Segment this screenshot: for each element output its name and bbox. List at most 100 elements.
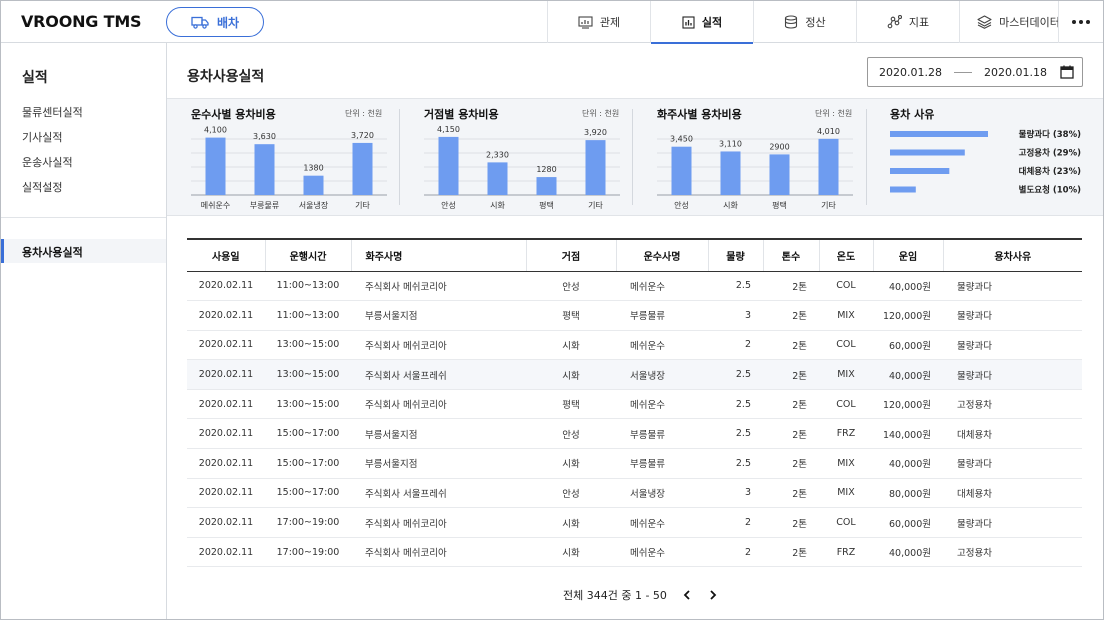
data-label: 4,100 xyxy=(204,126,227,135)
category-label: 안성 xyxy=(674,200,689,210)
tab-performance-label: 실적 xyxy=(701,16,723,29)
table-cell: 물량과다 xyxy=(943,507,1082,538)
chart-hub-cost: 거점별 용차비용 단위 : 천원 4,150 안성 2,330 시화 1280 평택 3,9… xyxy=(424,99,620,217)
more-dots-icon[interactable] xyxy=(1058,1,1103,43)
table-cell: 15:00~17:00 xyxy=(265,448,351,479)
table-header-row: 사용일 운행시간 화주사명 거점 운수사명 물량 톤수 온도 운임 용차사유 xyxy=(187,238,1082,272)
bar xyxy=(254,144,275,195)
category-label: 기타 xyxy=(821,201,836,210)
sidebar-item-center-performance[interactable]: 물류센터실적 xyxy=(22,104,83,120)
table-cell: 2톤 xyxy=(763,507,819,538)
category-label: 메쉬운수 xyxy=(201,201,230,210)
table-cell: 2톤 xyxy=(763,389,819,420)
table-cell: COL xyxy=(819,330,873,361)
chart-hire-reasons: 용차 사유 물량과다 (38%) 고정용차 (29%) 대체용차 (23%) 별도요청… xyxy=(890,99,1086,217)
calendar-icon[interactable] xyxy=(1060,65,1074,79)
table-cell: 안성 xyxy=(526,418,616,450)
table-cell: COL xyxy=(819,507,873,538)
date-range-picker[interactable]: 2020.01.28 2020.01.18 xyxy=(867,57,1083,87)
category-label: 안성 xyxy=(441,200,456,210)
table-cell: 부릉서울지점 xyxy=(351,300,526,331)
table-cell: 서울냉장 xyxy=(616,359,708,390)
table-row[interactable]: 2020.02.11 17:00~19:00 주식회사 메쉬코리아 시화 메쉬운수 2 2톤… xyxy=(187,507,1082,538)
table-cell: 부릉물류 xyxy=(616,418,708,450)
table-cell: 주식회사 서울프레쉬 xyxy=(351,478,526,509)
table-row[interactable]: 2020.02.11 15:00~17:00 부릉서울지점 시화 부릉물류 2.5 2톤 MI… xyxy=(187,448,1082,479)
next-page-button[interactable] xyxy=(707,589,719,601)
table-cell: 40,000원 xyxy=(873,537,943,568)
data-label: 3,630 xyxy=(253,132,276,141)
table-cell: 2020.02.11 xyxy=(187,418,265,450)
table-cell: 2020.02.11 xyxy=(187,448,265,479)
column-header[interactable]: 거점 xyxy=(525,238,616,272)
table-cell: 60,000원 xyxy=(873,507,943,538)
layers-icon xyxy=(977,15,992,29)
table-cell: 고정용차 xyxy=(943,389,1082,420)
table-row[interactable]: 2020.02.11 15:00~17:00 주식회사 서울프레쉬 안성 서울냉장 3 2톤… xyxy=(187,478,1082,509)
tab-monitoring[interactable]: 관제 xyxy=(547,1,650,43)
table-cell: 80,000원 xyxy=(873,478,943,509)
tab-settlement[interactable]: 정산 xyxy=(753,1,856,43)
bar xyxy=(205,137,226,195)
table-row[interactable]: 2020.02.11 11:00~13:00 부릉서울지점 평택 부릉물류 3 2톤 MIX 1… xyxy=(187,300,1082,331)
column-header[interactable]: 운행시간 xyxy=(264,238,351,272)
column-header[interactable]: 사용일 xyxy=(187,238,265,272)
column-header[interactable]: 온도 xyxy=(818,238,873,272)
table-cell: 대체용차 xyxy=(943,418,1082,450)
graph-nodes-icon xyxy=(887,15,902,29)
category-label: 물량과다 (38%) xyxy=(1019,129,1081,140)
category-label: 부릉물류 xyxy=(250,201,279,210)
sidebar-item-carrier-performance[interactable]: 운송사실적 xyxy=(22,154,73,170)
dispatch-button[interactable]: 배차 xyxy=(166,7,264,37)
table-row[interactable]: 2020.02.11 17:00~19:00 주식회사 메쉬코리아 시화 메쉬운수 2 2톤… xyxy=(187,537,1082,568)
dispatch-button-label: 배차 xyxy=(216,15,240,30)
table-row[interactable]: 2020.02.11 13:00~15:00 주식회사 메쉬코리아 시화 메쉬운수 2 2톤… xyxy=(187,330,1082,361)
table-cell: 2 xyxy=(708,330,763,361)
date-to: 2020.01.18 xyxy=(983,65,1047,79)
tab-indicators[interactable]: 지표 xyxy=(856,1,959,43)
bar xyxy=(585,140,606,195)
column-header[interactable]: 운수사명 xyxy=(615,238,708,272)
chart-shipper-cost: 화주사별 용차비용 단위 : 천원 3,450 안성 3,110 시화 2900 평택 4,… xyxy=(657,99,853,217)
pagination-summary: 전체 344건 중 1 - 50 xyxy=(563,589,667,602)
data-label: 3,920 xyxy=(584,128,607,137)
sidebar-item-hired-vehicle-performance[interactable]: 용차사용실적 xyxy=(1,239,166,263)
table-cell: 13:00~15:00 xyxy=(265,389,351,420)
table-cell: 서울냉장 xyxy=(616,478,708,509)
table-cell: 고정용차 xyxy=(943,537,1082,568)
data-label: 2900 xyxy=(769,142,789,151)
sidebar-divider xyxy=(1,217,166,218)
table-cell: 2020.02.11 xyxy=(187,330,265,361)
sidebar-item-driver-performance[interactable]: 기사실적 xyxy=(22,129,62,145)
column-header[interactable]: 톤수 xyxy=(762,238,819,272)
table-cell: 메쉬운수 xyxy=(616,507,708,538)
table-cell: 물량과다 xyxy=(943,330,1082,361)
table-cell: MIX xyxy=(819,359,873,390)
table-row[interactable]: 2020.02.11 11:00~13:00 주식회사 메쉬코리아 안성 메쉬운수 2.5… xyxy=(187,271,1082,302)
chart-plot: 4,100 메쉬운수 3,630 부릉물류 1380 서울냉장 3,720 기타 xyxy=(191,126,387,210)
table-cell: 평택 xyxy=(526,300,616,331)
tab-performance[interactable]: 실적 xyxy=(650,1,753,44)
table-cell: 안성 xyxy=(526,478,616,509)
column-header[interactable]: 물량 xyxy=(707,238,763,272)
table-cell: 2톤 xyxy=(763,418,819,450)
chart-plot: 물량과다 (38%) 고정용차 (29%) 대체용차 (23%) 별도요청 (10%) xyxy=(890,129,1081,196)
table-cell: 2020.02.11 xyxy=(187,359,265,390)
table-row[interactable]: 2020.02.11 13:00~15:00 주식회사 서울프레쉬 시화 서울냉장 2.5… xyxy=(187,359,1082,390)
table-cell: 물량과다 xyxy=(943,359,1082,390)
prev-page-button[interactable] xyxy=(681,589,693,601)
sidebar-item-performance-settings[interactable]: 실적설정 xyxy=(22,179,62,195)
table-row[interactable]: 2020.02.11 13:00~15:00 주식회사 메쉬코리아 평택 메쉬운수 2.5… xyxy=(187,389,1082,420)
column-header[interactable]: 용차사유 xyxy=(942,238,1082,272)
hired-vehicle-table: 사용일 운행시간 화주사명 거점 운수사명 물량 톤수 온도 운임 용차사유 2020.02.11… xyxy=(187,238,1082,568)
tab-master-data-label: 마스터데이터 xyxy=(999,16,1060,29)
column-header[interactable]: 운임 xyxy=(872,238,943,272)
app-logo[interactable]: VROONG TMS xyxy=(21,12,142,31)
table-cell: 2.5 xyxy=(708,418,763,450)
column-header[interactable]: 화주사명 xyxy=(350,238,526,272)
table-row[interactable]: 2020.02.11 15:00~17:00 부릉서울지점 안성 부릉물류 2.5 2톤 FR… xyxy=(187,418,1082,450)
table-cell: 물량과다 xyxy=(943,271,1082,302)
data-label: 3,450 xyxy=(670,135,693,144)
table-cell: 부릉서울지점 xyxy=(351,418,526,450)
table-cell: 2톤 xyxy=(763,330,819,361)
